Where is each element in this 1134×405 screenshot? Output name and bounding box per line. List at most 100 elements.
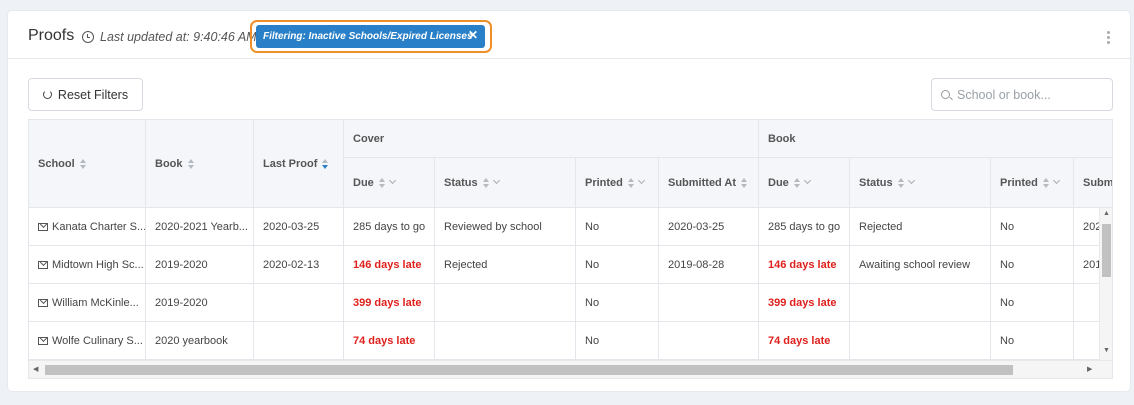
cell-book-status — [850, 322, 991, 360]
cell-school[interactable]: William McKinle... — [29, 284, 146, 322]
mail-icon[interactable] — [38, 260, 48, 269]
mail-icon[interactable] — [38, 222, 48, 231]
column-header-book[interactable]: Book — [146, 120, 254, 208]
vertical-scroll-thumb[interactable] — [1102, 224, 1111, 277]
column-header-label: Submitted At — [668, 176, 737, 189]
scroll-right-icon[interactable]: ▶ — [1087, 365, 1092, 373]
group-header-book: Book — [759, 120, 1112, 158]
cell-book: 2019-2020 — [146, 246, 254, 284]
column-header-school[interactable]: School — [29, 120, 146, 208]
scroll-down-icon[interactable]: ▼ — [1103, 347, 1110, 354]
cell-book-status — [850, 284, 991, 322]
cell-cover-due: 285 days to go — [344, 208, 435, 246]
cell-book: 2020 yearbook — [146, 322, 254, 360]
column-header-label: Last Proof — [263, 157, 318, 170]
column-header-last-proof[interactable]: Last Proof — [254, 120, 344, 208]
column-header-book-status[interactable]: Status — [850, 158, 991, 208]
cell-cover-status: Rejected — [435, 246, 576, 284]
sort-icon[interactable] — [482, 177, 490, 188]
column-header-book-due[interactable]: Due — [759, 158, 850, 208]
cell-book-due: 399 days late — [759, 284, 850, 322]
column-header-book-printed[interactable]: Printed — [991, 158, 1074, 208]
group-header-cover: Cover — [344, 120, 759, 158]
search-input[interactable] — [957, 80, 1107, 109]
chevron-down-icon[interactable] — [388, 176, 396, 185]
chevron-down-icon[interactable] — [492, 176, 500, 185]
vertical-scrollbar[interactable]: ▲ ▼ — [1099, 208, 1112, 360]
cell-cover-status — [435, 322, 576, 360]
filter-chip-label: Filtering: Inactive Schools/Expired Lice… — [263, 31, 473, 42]
column-header-label: Status — [859, 176, 893, 189]
cell-book-status: Awaiting school review — [850, 246, 991, 284]
sort-icon[interactable] — [793, 177, 801, 188]
cell-last-proof: 2020-03-25 — [254, 208, 344, 246]
last-updated-text: Last updated at: 9:40:46 AM — [100, 30, 257, 44]
cell-book-printed: No — [991, 208, 1074, 246]
column-header-label: Submi — [1083, 176, 1113, 189]
column-header-label: Due — [353, 176, 374, 189]
chevron-down-icon[interactable] — [1052, 176, 1060, 185]
column-header-book-submitted[interactable]: Submi — [1074, 158, 1113, 208]
scroll-left-icon[interactable]: ◀ — [33, 365, 38, 373]
reset-filters-label: Reset Filters — [57, 87, 129, 102]
cell-book-due: 285 days to go — [759, 208, 850, 246]
reset-filters-button[interactable]: Reset Filters — [28, 78, 143, 111]
column-header-label: Printed — [1000, 176, 1038, 189]
column-header-label: School — [38, 157, 75, 170]
cell-book-status: Rejected — [850, 208, 991, 246]
mail-icon[interactable] — [38, 336, 48, 345]
cell-book-due: 146 days late — [759, 246, 850, 284]
cell-book-printed: No — [991, 284, 1074, 322]
proofs-table: School Book Last Proof Cover Book Due St… — [28, 119, 1113, 379]
cell-book: 2020-2021 Yearb... — [146, 208, 254, 246]
clock-icon — [82, 31, 94, 43]
cell-last-proof — [254, 284, 344, 322]
chevron-down-icon[interactable] — [907, 176, 915, 185]
cell-last-proof: 2020-02-13 — [254, 246, 344, 284]
cell-cover-status: Reviewed by school — [435, 208, 576, 246]
proofs-card: Proofs Last updated at: 9:40:46 AM Filte… — [7, 10, 1132, 392]
sort-icon[interactable] — [187, 158, 195, 169]
column-header-label: Due — [768, 176, 789, 189]
filter-chip[interactable]: Filtering: Inactive Schools/Expired Lice… — [256, 25, 485, 48]
horizontal-scrollbar[interactable]: ◀ ▶ — [29, 360, 1112, 378]
sort-icon[interactable] — [378, 177, 386, 188]
sort-icon[interactable] — [741, 177, 748, 188]
sort-icon[interactable] — [897, 177, 905, 188]
column-header-cover-status[interactable]: Status — [435, 158, 576, 208]
cell-text: Wolfe Culinary S... — [52, 334, 143, 347]
cell-cover-submitted — [659, 322, 759, 360]
sort-icon[interactable] — [79, 158, 87, 169]
search-box[interactable] — [931, 78, 1113, 111]
sort-icon[interactable] — [1042, 177, 1050, 188]
cell-cover-due: 74 days late — [344, 322, 435, 360]
sort-icon[interactable] — [627, 177, 635, 188]
column-header-label: Printed — [585, 176, 623, 189]
column-header-cover-submitted[interactable]: Submitted At — [659, 158, 759, 208]
cell-book-printed: No — [991, 246, 1074, 284]
search-icon — [941, 90, 950, 99]
cell-cover-submitted: 2020-03-25 — [659, 208, 759, 246]
cell-text: Midtown High Sc... — [52, 258, 144, 271]
column-header-cover-printed[interactable]: Printed — [576, 158, 659, 208]
cell-cover-due: 146 days late — [344, 246, 435, 284]
sort-icon[interactable] — [322, 158, 329, 169]
chevron-down-icon[interactable] — [637, 176, 645, 185]
cell-cover-printed: No — [576, 208, 659, 246]
column-header-cover-due[interactable]: Due — [344, 158, 435, 208]
mail-icon[interactable] — [38, 298, 48, 307]
horizontal-scroll-thumb[interactable] — [45, 365, 1013, 375]
close-icon[interactable]: ✕ — [468, 28, 478, 42]
column-header-label: Status — [444, 176, 478, 189]
column-header-label: Book — [155, 157, 183, 170]
chevron-down-icon[interactable] — [803, 176, 811, 185]
cell-school[interactable]: Wolfe Culinary S... — [29, 322, 146, 360]
cell-cover-due: 399 days late — [344, 284, 435, 322]
cell-school[interactable]: Kanata Charter S... — [29, 208, 146, 246]
cell-book: 2019-2020 — [146, 284, 254, 322]
cell-text: William McKinle... — [52, 296, 139, 309]
cell-school[interactable]: Midtown High Sc... — [29, 246, 146, 284]
kebab-menu-icon[interactable] — [1107, 31, 1110, 44]
scroll-up-icon[interactable]: ▲ — [1103, 210, 1110, 217]
cell-last-proof — [254, 322, 344, 360]
